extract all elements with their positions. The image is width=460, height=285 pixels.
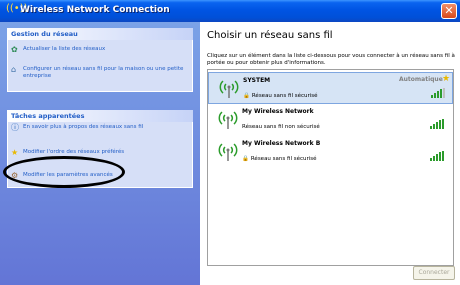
network-ssid: My Wireless Network B <box>242 140 321 147</box>
network-ssid: SYSTEM <box>243 77 271 84</box>
network-ssid: My Wireless Network <box>242 108 314 115</box>
network-security: Réseau sans fil non sécurisé <box>242 124 320 130</box>
wireless-network-window: ((•)) Wireless Network Connection ✕ Gest… <box>0 0 460 285</box>
network-tasks-panel: Gestion du réseau ✿ Actualiser la liste … <box>7 28 193 92</box>
signal-strength-icon <box>430 151 446 161</box>
refresh-icon: ✿ <box>11 45 18 54</box>
title-bar[interactable]: ((•)) Wireless Network Connection ✕ <box>0 0 460 22</box>
instructions-text: Cliquez sur un élément dans la liste ci-… <box>207 53 455 66</box>
wireless-antenna-icon <box>218 143 238 161</box>
network-tasks-header: Gestion du réseau <box>7 28 193 40</box>
network-list[interactable]: SYSTEM 🔒 Réseau sans fil sécurisé Automat… <box>207 69 454 266</box>
setup-home-network-link[interactable]: ⌂ Configurer un réseau sans fil pour la … <box>11 65 191 85</box>
learn-about-wireless-link[interactable]: ⓘ En savoir plus à propos des réseaux sa… <box>11 123 191 133</box>
signal-strength-icon <box>430 119 446 129</box>
setup-network-icon: ⌂ <box>11 65 17 74</box>
network-list-pane: Choisir un réseau sans fil Cliquez sur u… <box>200 22 460 285</box>
star-icon: ★ <box>11 148 19 157</box>
wireless-antenna-icon <box>218 111 238 129</box>
refresh-network-list-link[interactable]: ✿ Actualiser la liste des réseaux <box>11 45 191 57</box>
lock-icon: 🔒 <box>242 156 249 162</box>
info-icon: ⓘ <box>11 123 19 132</box>
network-security: Réseau sans fil sécurisé <box>250 156 317 162</box>
network-row-system[interactable]: SYSTEM 🔒 Réseau sans fil sécurisé Automat… <box>208 72 453 104</box>
network-row-my-wireless-network[interactable]: My Wireless Network Réseau sans fil non … <box>208 104 453 136</box>
preferred-star-icon: ★ <box>442 74 451 84</box>
network-security: Réseau sans fil sécurisé <box>251 93 318 99</box>
network-status: Automatique <box>399 76 443 83</box>
wireless-antenna-icon <box>219 80 239 98</box>
related-tasks-header: Tâches apparentées <box>7 110 193 122</box>
page-title: Choisir un réseau sans fil <box>207 30 333 41</box>
lock-icon: 🔒 <box>243 93 250 99</box>
task-pane: Gestion du réseau ✿ Actualiser la liste … <box>0 22 200 285</box>
connect-button[interactable]: Connecter <box>413 266 455 280</box>
signal-strength-icon <box>431 88 447 98</box>
network-row-my-wireless-network-b[interactable]: My Wireless Network B 🔒 Réseau sans fil s… <box>208 136 453 168</box>
window-title: Wireless Network Connection <box>20 5 170 15</box>
close-button[interactable]: ✕ <box>441 3 457 19</box>
annotation-ellipse <box>3 156 125 188</box>
